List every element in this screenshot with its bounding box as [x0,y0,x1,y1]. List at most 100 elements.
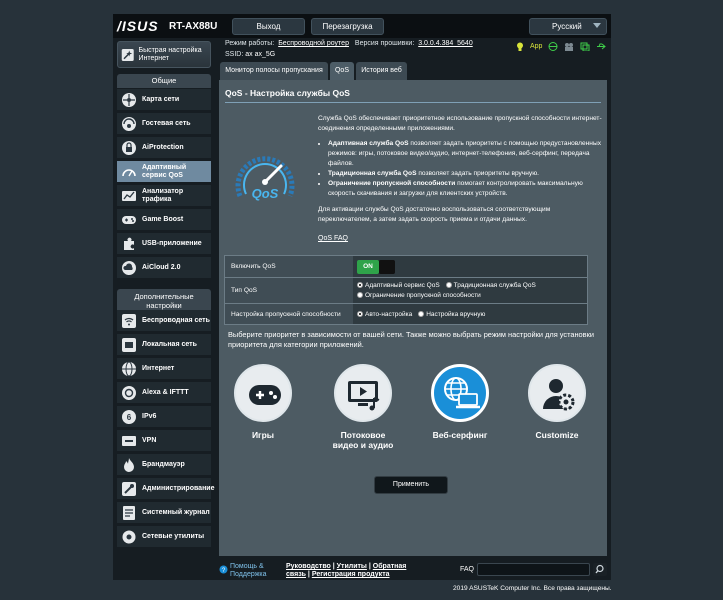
bandwidth-option-manual[interactable]: Настройка вручную [418,311,485,318]
sidebar-item-vpn[interactable]: VPN [117,430,211,452]
copy-icon[interactable] [580,42,590,51]
qos-logo-text: QoS [252,186,279,201]
manual-link[interactable]: Руководство [286,563,331,570]
list-item: Ограничение пропускной способности помог… [328,179,603,199]
tab-web-history[interactable]: История веб [356,62,407,80]
sidebar-item-label: Гостевая сеть [142,119,191,127]
qos-description: Служба QoS обеспечивает приоритетное исп… [318,114,603,225]
list-item: Адаптивная служба QoS позволяет задать п… [328,139,603,169]
wifi-icon [122,313,136,328]
bandwidth-setting-label: Настройка пропускной способности [225,304,353,324]
sidebar-item-internet[interactable]: Интернет [117,358,211,380]
sidebar-item-network-tools[interactable]: Сетевые утилиты [117,526,211,548]
ssid-line: SSID: ax ax_5G [225,51,275,58]
sidebar-item-usb-app[interactable]: USB-приложение [117,233,211,255]
lock-icon [122,140,136,155]
sidebar-item-adaptive-qos[interactable]: Адаптивный сервис QoS [117,161,211,183]
sidebar-item-ipv6[interactable]: 6 IPv6 [117,406,211,428]
gear-icon [122,530,136,543]
qos-type-option-adaptive[interactable]: Адаптивный сервис QoS [357,281,440,291]
qos-faq-link[interactable]: QoS FAQ [318,235,348,242]
sidebar-item-alexa-ifttt[interactable]: Alexa & IFTTT [117,382,211,404]
product-registration-link[interactable]: Регистрация продукта [312,571,390,578]
apply-button[interactable]: Применить [374,476,448,494]
ssid-2g-link[interactable]: ax [245,51,252,58]
sidebar-item-traffic-analyzer[interactable]: Анализатор трафика [117,185,211,207]
ssid-5g-link[interactable]: ax_5G [255,51,276,58]
app-label[interactable]: App [530,43,542,50]
enable-qos-toggle[interactable]: ON [357,259,395,274]
reboot-button[interactable]: Перезагрузка [311,18,384,35]
radio-icon [418,310,425,317]
language-select[interactable]: Русский [529,18,607,35]
tab-qos[interactable]: QoS [330,62,354,80]
chevron-down-icon [593,23,601,28]
priority-streaming[interactable]: Потоковое видео и аудио [327,364,399,450]
model-name: RT-AX88U [169,21,218,32]
search-icon [595,564,604,574]
firmware-link[interactable]: 3.0.0.4.384_5640 [418,40,473,47]
help-support-link[interactable]: Помощь & Поддержка [230,563,276,579]
feedback-link[interactable]: Обратная [373,563,407,570]
sidebar-item-administration[interactable]: Администрирование [117,478,215,500]
vpn-icon [122,435,136,446]
sidebar-item-guest-network[interactable]: Гостевая сеть [117,113,211,135]
table-row: Включить QoS ON [225,256,587,278]
option-label: Авто-настройка [365,310,413,318]
copyright-text: 2019 ASUSTeK Computer Inc. Все права защ… [453,585,612,592]
internet-status-icon[interactable] [548,42,558,51]
bandwidth-option-auto[interactable]: Авто-настройка [357,311,412,318]
table-row: Тип QoS Адаптивный сервис QoS Традиционн… [225,278,587,304]
ssid-label: SSID: [225,51,244,58]
option-label: Настройка вручную [426,310,486,318]
sidebar-item-aiprotection[interactable]: AiProtection [117,137,211,159]
feedback-link-cont[interactable]: связь [286,571,306,578]
sidebar-item-label: Брандмауэр [142,460,185,468]
priority-games[interactable]: Игры [227,364,299,440]
tab-bandwidth-monitor[interactable]: Монитор полосы пропускания [220,62,328,80]
cloud-icon [122,260,136,275]
sidebar-item-label: AiProtection [142,143,184,151]
toggle-knob [379,259,395,274]
enable-qos-cell: ON [353,256,587,277]
utilities-link[interactable]: Утилиты [337,563,367,570]
sidebar-item-firewall[interactable]: Брандмауэр [117,454,211,476]
qos-logo-icon: QoS [235,156,295,201]
help-icon: ? [219,565,228,574]
firmware-label: Версия прошивки: [354,40,415,47]
svg-text:6: 6 [127,413,132,422]
quick-setup-label: Быстрая настройка Интернет [138,46,202,62]
priority-web-surfing[interactable]: Веб-серфинг [424,364,496,440]
sidebar-item-label: Системный журнал [142,508,210,516]
users-icon[interactable] [564,42,574,51]
sidebar-item-label: Адаптивный сервис QoS [142,163,187,179]
status-line: Режим работы: Беспроводной роутер Версия… [225,40,473,47]
sidebar-item-game-boost[interactable]: Game Boost [117,209,211,231]
faq-search-button[interactable] [593,563,607,576]
sidebar-item-wireless[interactable]: Беспроводная сеть [117,310,211,332]
asus-logo[interactable]: /ISUS [117,18,159,34]
priority-customize[interactable]: Customize [521,364,593,440]
sidebar-item-system-log[interactable]: Системный журнал [117,502,211,524]
sidebar-item-network-map[interactable]: Карта сети [117,89,211,111]
qos-type-option-bandwidth-limiter[interactable]: Ограничение пропускной способности [357,291,481,301]
qos-type-option-traditional[interactable]: Традиционная служба QoS [445,281,536,291]
bullet-title: Адаптивная служба QoS [328,140,409,147]
globe-laptop-icon [444,377,480,409]
faq-search-input[interactable] [477,563,590,576]
quick-internet-setup-button[interactable]: Быстрая настройка Интернет [117,41,211,68]
sidebar-item-aicloud[interactable]: AiCloud 2.0 [117,257,211,279]
toggle-state: ON [357,259,379,274]
sidebar-item-label: Game Boost [142,215,184,223]
radio-selected-icon [357,310,363,317]
sidebar-item-label: Сетевые утилиты [142,532,205,540]
globe-icon [122,361,136,376]
web-surfing-circle [431,364,489,422]
sidebar-item-label: USB-приложение [142,239,202,247]
logout-button[interactable]: Выход [232,18,305,35]
guest-network-icon [122,116,136,131]
usb-icon[interactable] [596,42,607,51]
mode-link[interactable]: Беспроводной роутер [278,40,349,47]
sidebar-item-lan[interactable]: Локальная сеть [117,334,211,356]
bulb-icon[interactable] [516,42,524,51]
